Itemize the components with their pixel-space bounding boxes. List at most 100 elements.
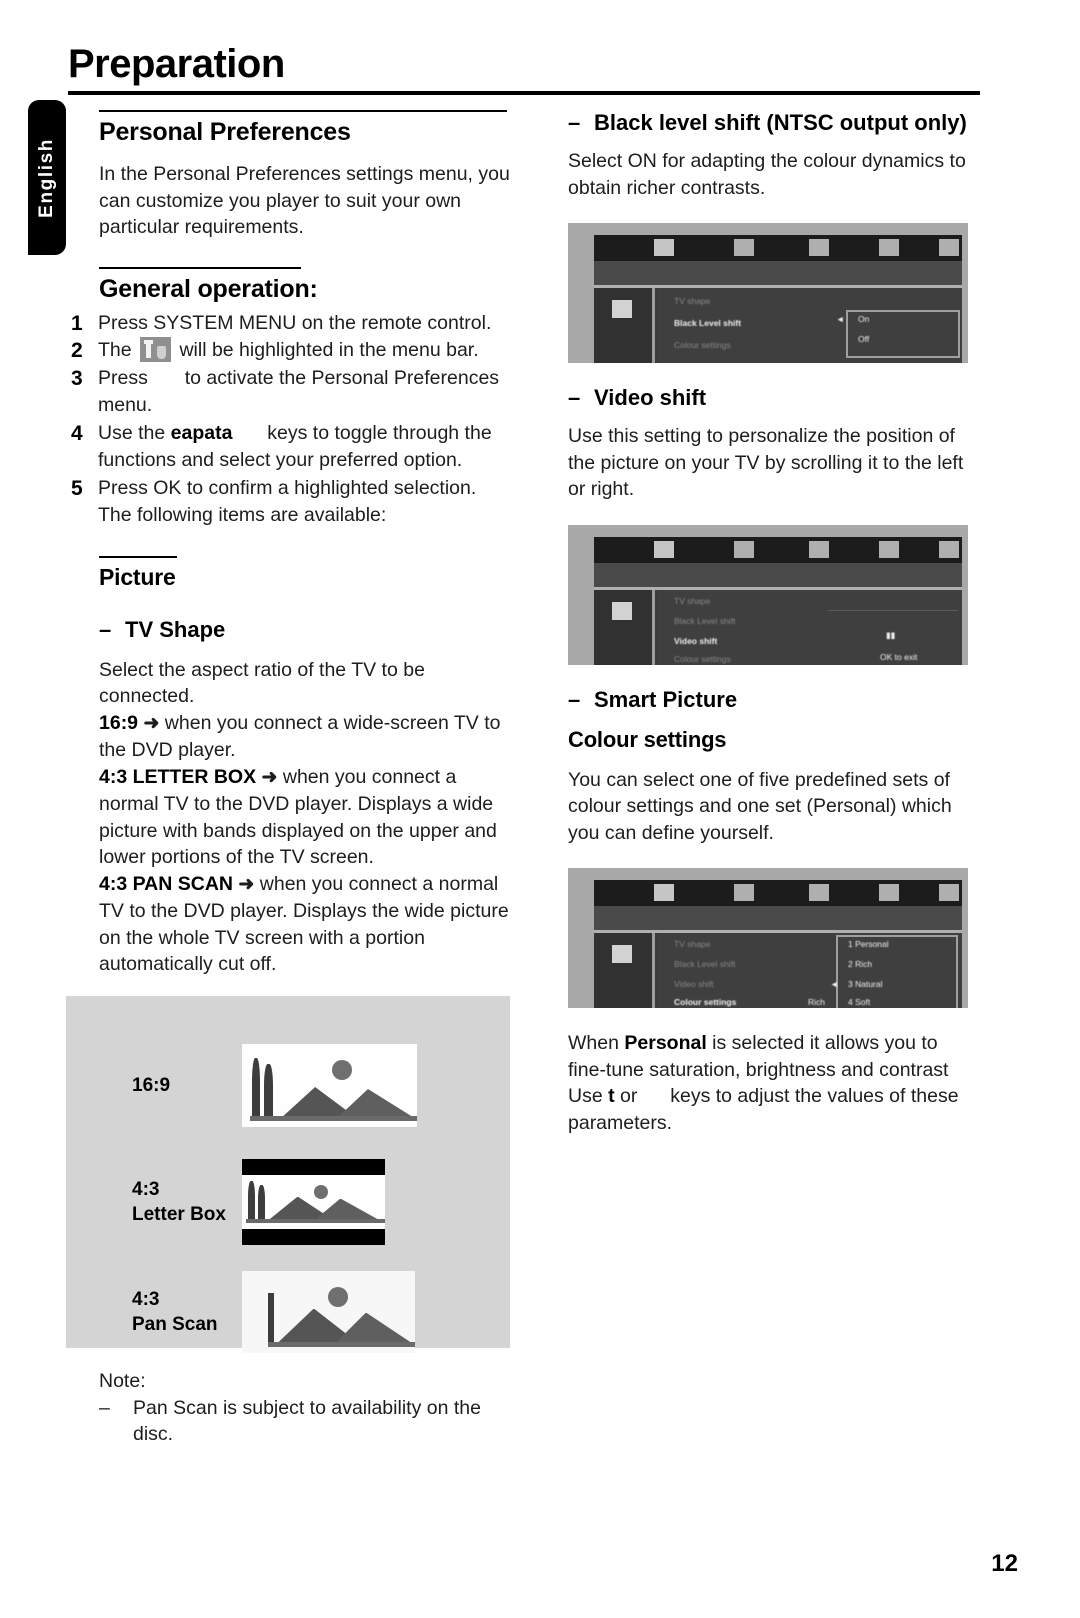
option-panscan-label: 4:3 PAN SCAN: [99, 872, 233, 895]
figure-row-panscan: 4:3 Pan Scan: [132, 1266, 482, 1358]
step-3-pre: Press: [98, 366, 148, 389]
black-level-body: Select ON for adapting the colour dynami…: [568, 150, 966, 199]
osd-colour-option-4[interactable]: 4 Soft: [848, 997, 870, 1007]
figure-image-169: [242, 1044, 417, 1127]
page-number: 12: [991, 1550, 1018, 1577]
smart-picture-footer-1: When Personal is selected it allows you …: [568, 1030, 980, 1083]
figure-image-panscan: [242, 1270, 415, 1353]
language-tab-label: English: [36, 137, 57, 218]
option-letterbox-label: 4:3 LETTER BOX: [99, 765, 257, 788]
tv-shape-option-169: 16:9 ➜ when you connect a wide-screen TV…: [99, 710, 511, 764]
osd-colour-option-3[interactable]: 3 Natural: [848, 979, 883, 989]
step-4: 4 Use the eapata keys to toggle through …: [71, 420, 511, 475]
figure-row-letterbox: 4:3 Letter Box: [132, 1156, 482, 1248]
preferences-menu-icon: [140, 337, 172, 362]
step-2-post: will be highlighted in the menu bar.: [179, 339, 479, 361]
figure-row-169: 16:9: [132, 1040, 482, 1132]
personal-preferences-body: In the Personal Preferences settings men…: [99, 163, 510, 238]
osd-black-level-label: Black Level shift: [674, 318, 742, 328]
left-column: Personal Preferences In the Personal Pre…: [66, 110, 511, 1447]
step-2-pre: The: [98, 339, 132, 361]
tv-shape-intro: Select the aspect ratio of the TV to be …: [99, 658, 425, 708]
figure-label-panscan: 4:3 Pan Scan: [132, 1288, 218, 1335]
step-1-number: 1: [71, 311, 83, 335]
osd-video-row-1: TV shape: [674, 595, 711, 606]
step-2: 2 The will be highlighted in the menu ba…: [71, 337, 511, 365]
colour-settings-subheading: Colour settings: [568, 726, 727, 752]
step-5-text: Press OK to confirm a highlighted select…: [98, 476, 477, 527]
tv-shape-option-panscan: 4:3 PAN SCAN ➜ when you connect a normal…: [99, 871, 511, 978]
step-4-number: 4: [71, 421, 83, 445]
note-title: Note:: [99, 1369, 146, 1392]
osd-screenshot-colour-settings: TV shape Black Level shift Video shift C…: [568, 868, 968, 1008]
osd-menu-bar-2: [594, 536, 962, 565]
arrow-icon-letterbox: ➜: [261, 766, 278, 788]
black-level-heading: Black level shift (NTSC output only): [594, 110, 967, 135]
general-operation-rule: [99, 266, 301, 269]
osd-video-shift-hint: OK to exit: [880, 651, 918, 662]
step-3: 3 Press to activate the Personal Prefere…: [71, 365, 511, 420]
general-operation-heading: General operation:: [99, 274, 318, 303]
osd-black-level-value-2: Off: [858, 334, 870, 344]
osd-colour-option-2[interactable]: 2 Rich: [848, 959, 872, 969]
footer-pre: When: [568, 1032, 619, 1054]
step-3-number: 3: [71, 366, 83, 390]
scene-169: [242, 1044, 417, 1127]
figure-image-letterbox: [242, 1158, 385, 1245]
black-level-dash: –: [568, 110, 581, 135]
page-title: Preparation: [68, 42, 285, 86]
osd-video-shift-label: Video shift: [674, 635, 718, 646]
note-block: Note: – Pan Scan is subject to availabil…: [99, 1370, 511, 1447]
step-2-text: The will be highlighted in the menu bar.: [98, 337, 511, 365]
footer2-pre: Use: [568, 1085, 603, 1107]
video-shift-heading: Video shift: [594, 385, 707, 410]
footer2-mid: or: [620, 1085, 638, 1107]
tv-shape-figure: 16:9 4:3 Letter Box 4:3 Pan Scan: [66, 995, 510, 1353]
osd-colour-option-1[interactable]: 1 Personal: [848, 939, 889, 949]
note-dash: –: [99, 1396, 110, 1419]
step-5: 5 Press OK to confirm a highlighted sele…: [71, 475, 511, 530]
step-4-text: Use the eapata keys to toggle through th…: [98, 420, 511, 475]
step-3-text: Press to activate the Personal Preferenc…: [98, 365, 511, 420]
step-2-number: 2: [71, 339, 83, 362]
osd-screenshot-video-shift: TV shape Black Level shift Video shift C…: [568, 524, 968, 665]
osd-menu-bar-3: [594, 880, 962, 908]
figure-label-letterbox: 4:3 Letter Box: [132, 1178, 226, 1225]
smart-picture-dash: –: [568, 686, 581, 712]
step-1-text: Press SYSTEM MENU on the remote control.: [98, 311, 492, 334]
tv-shape-option-letterbox: 4:3 LETTER BOX ➜ when you connect a norm…: [99, 764, 511, 871]
smart-picture-body: You can select one of five predefined se…: [568, 768, 952, 844]
step-5-number: 5: [71, 476, 83, 500]
tv-shape-heading: TV Shape: [125, 616, 226, 642]
arrow-icon-169: ➜: [143, 712, 160, 734]
picture-rule: [99, 555, 177, 558]
step-4-pre: Use the: [98, 421, 166, 444]
title-divider: [68, 91, 980, 95]
smart-picture-heading: Smart Picture: [594, 686, 738, 712]
smart-picture-footer-2: Use t or keys to adjust the values of th…: [568, 1083, 980, 1136]
note-item: – Pan Scan is subject to availability on…: [99, 1395, 511, 1447]
osd-screenshot-black-level: TV shape Black Level shift Colour settin…: [568, 223, 968, 363]
smart-picture-heading-row: – Smart Picture: [568, 687, 980, 713]
step-3-post: to activate the Personal Preferences men…: [98, 366, 500, 417]
step-1: 1 Press SYSTEM MENU on the remote contro…: [71, 310, 511, 338]
black-level-heading-row: – Black level shift (NTSC output only): [568, 110, 980, 136]
personal-preferences-heading: Personal Preferences: [99, 118, 351, 146]
osd-black-level-value-1: On: [858, 314, 870, 324]
osd-colour-settings-label: Colour settings: [674, 997, 737, 1007]
note-text: Pan Scan is subject to availability on t…: [133, 1396, 481, 1445]
language-tab: English: [28, 100, 66, 255]
general-operation-steps: 1 Press SYSTEM MENU on the remote contro…: [71, 310, 511, 530]
osd-video-row-2: Black Level shift: [674, 615, 736, 626]
personal-preferences-rule: [99, 110, 507, 112]
video-shift-dash: –: [568, 385, 581, 410]
osd-colour-selected: Rich: [808, 997, 826, 1007]
option-169-label: 16:9: [99, 711, 139, 734]
step-4-keys: eapata: [170, 421, 233, 444]
osd-menu-bar: [594, 235, 962, 263]
footer2-key: t: [608, 1085, 615, 1107]
figure-label-169: 16:9: [132, 1075, 171, 1096]
option-169-text: when you connect a wide-screen TV to the…: [99, 711, 501, 762]
scene-panscan: [242, 1271, 415, 1353]
video-shift-heading-row: – Video shift: [568, 385, 980, 411]
